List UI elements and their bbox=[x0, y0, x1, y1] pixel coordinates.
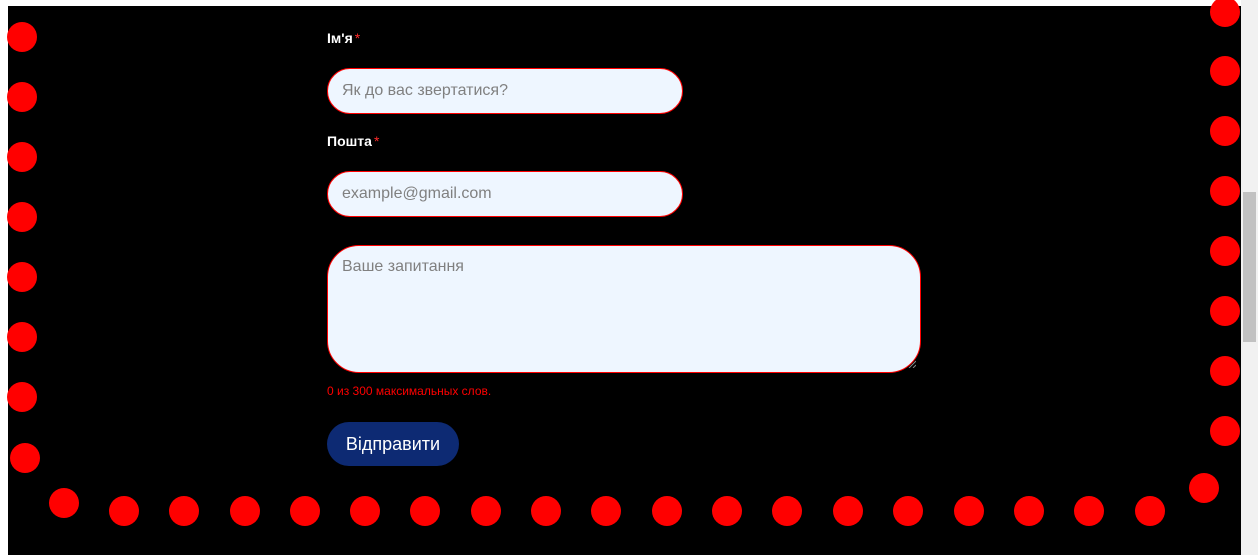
question-textarea[interactable]: Ваше запитання bbox=[327, 245, 921, 373]
email-placeholder: example@gmail.com bbox=[342, 185, 492, 202]
red-dot-icon bbox=[471, 496, 501, 526]
red-dot-icon bbox=[591, 496, 621, 526]
red-dot-icon bbox=[10, 443, 40, 473]
red-dot-icon bbox=[1014, 496, 1044, 526]
red-dot-icon bbox=[1210, 416, 1240, 446]
red-dot-icon bbox=[1135, 496, 1165, 526]
red-dot-icon bbox=[290, 496, 320, 526]
name-label-text: Ім'я bbox=[327, 30, 353, 46]
email-label-text: Пошта bbox=[327, 133, 372, 149]
red-dot-icon bbox=[410, 496, 440, 526]
red-dot-icon bbox=[7, 262, 37, 292]
red-dot-icon bbox=[49, 488, 79, 518]
red-dot-icon bbox=[7, 22, 37, 52]
red-dot-icon bbox=[109, 496, 139, 526]
red-dot-icon bbox=[1074, 496, 1104, 526]
red-dot-icon bbox=[230, 496, 260, 526]
email-label: Пошта * bbox=[327, 131, 927, 151]
red-dot-icon bbox=[1210, 296, 1240, 326]
left-edge bbox=[0, 0, 8, 555]
scrollbar[interactable] bbox=[1241, 0, 1258, 555]
red-dot-icon bbox=[7, 142, 37, 172]
resize-handle-icon[interactable] bbox=[908, 360, 916, 368]
red-dot-icon bbox=[1189, 473, 1219, 503]
red-dot-icon bbox=[1210, 176, 1240, 206]
red-dot-icon bbox=[652, 496, 682, 526]
red-dot-icon bbox=[954, 496, 984, 526]
red-dot-icon bbox=[350, 496, 380, 526]
email-input[interactable]: example@gmail.com bbox=[327, 171, 683, 217]
question-placeholder: Ваше запитання bbox=[342, 258, 464, 275]
red-dot-icon bbox=[1210, 356, 1240, 386]
required-asterisk: * bbox=[354, 30, 361, 46]
name-label: Ім'я * bbox=[327, 28, 927, 48]
red-dot-icon bbox=[1210, 236, 1240, 266]
red-dot-icon bbox=[893, 496, 923, 526]
red-dot-icon bbox=[7, 202, 37, 232]
word-counter: 0 из 300 максимальных слов. bbox=[327, 384, 492, 398]
top-border bbox=[0, 0, 1258, 6]
submit-button[interactable]: Відправити bbox=[327, 422, 459, 466]
red-dot-icon bbox=[772, 496, 802, 526]
red-dot-icon bbox=[7, 382, 37, 412]
red-dot-icon bbox=[531, 496, 561, 526]
red-dot-icon bbox=[712, 496, 742, 526]
name-placeholder: Як до вас звертатися? bbox=[342, 82, 508, 99]
red-dot-icon bbox=[7, 82, 37, 112]
red-dot-icon bbox=[7, 322, 37, 352]
required-asterisk: * bbox=[373, 133, 380, 149]
red-dot-icon bbox=[833, 496, 863, 526]
scrollbar-thumb[interactable] bbox=[1243, 192, 1256, 342]
red-dot-icon bbox=[1210, 56, 1240, 86]
red-dot-icon bbox=[169, 496, 199, 526]
red-dot-icon bbox=[1210, 116, 1240, 146]
contact-form: Ім'я * Як до вас звертатися? Пошта * examp… bbox=[327, 28, 927, 466]
page: Ім'я * Як до вас звертатися? Пошта * examp… bbox=[0, 0, 1258, 555]
name-input[interactable]: Як до вас звертатися? bbox=[327, 68, 683, 114]
